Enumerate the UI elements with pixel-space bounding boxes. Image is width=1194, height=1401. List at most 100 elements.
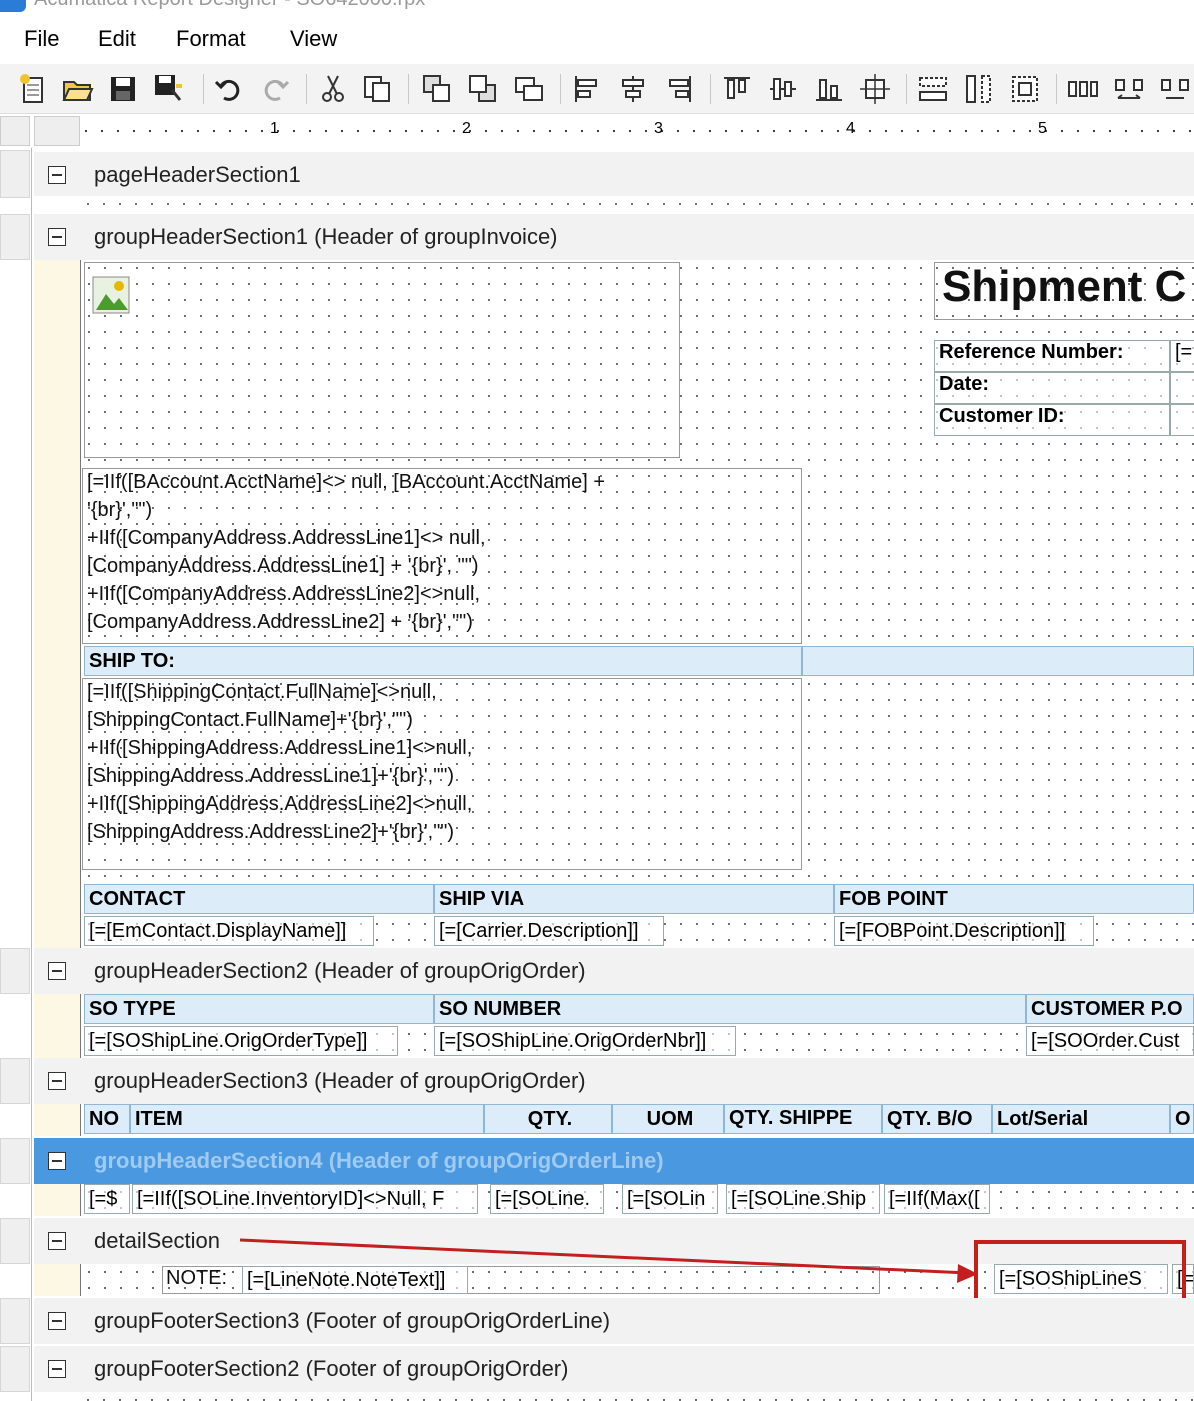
section-group-header-1[interactable]: groupHeaderSection1 (Header of groupInvo… xyxy=(34,214,1194,260)
ship-to-address-line: [ShippingContact.FullName]+'{br}',"") xyxy=(87,709,413,731)
line-qty-field[interactable]: [=[SOLine. xyxy=(490,1184,604,1214)
align-right-icon[interactable] xyxy=(662,72,696,106)
column-qty-shipped[interactable]: QTY. SHIPPE xyxy=(724,1104,882,1134)
undo-icon[interactable] xyxy=(212,72,246,106)
gutter-cell xyxy=(0,1298,30,1344)
menu-format[interactable]: Format xyxy=(176,26,246,52)
so-number-label[interactable]: SO NUMBER xyxy=(434,994,1026,1024)
section-label: groupFooterSection2 (Footer of groupOrig… xyxy=(94,1356,569,1381)
collapse-icon[interactable] xyxy=(48,228,66,246)
ruler-ticks xyxy=(80,114,1194,148)
customer-po-field[interactable]: [=[SOOrder.Cust xyxy=(1026,1026,1194,1056)
column-uom[interactable]: UOM xyxy=(612,1104,724,1134)
ship-via-label[interactable]: SHIP VIA xyxy=(434,884,834,914)
collapse-icon[interactable] xyxy=(48,1152,66,1170)
section-margin xyxy=(34,260,80,948)
send-to-back-icon[interactable] xyxy=(466,72,500,106)
increase-spacing-icon[interactable] xyxy=(1112,72,1146,106)
menu-view[interactable]: View xyxy=(290,26,337,52)
collapse-icon[interactable] xyxy=(48,1312,66,1330)
reference-number-field[interactable]: [= xyxy=(1170,340,1194,372)
reference-number-label[interactable]: Reference Number: xyxy=(934,340,1170,372)
column-item[interactable]: ITEM xyxy=(130,1104,484,1134)
gutter-cell xyxy=(0,1138,30,1184)
customer-id-label[interactable]: Customer ID: xyxy=(934,404,1170,436)
section-page-header[interactable]: pageHeaderSection1 xyxy=(34,152,1194,196)
page-header-body[interactable] xyxy=(80,196,1194,214)
fob-point-field[interactable]: [=[FOBPoint.Description]] xyxy=(834,916,1094,946)
toolbar-separator xyxy=(1056,74,1057,104)
collapse-icon[interactable] xyxy=(48,166,66,184)
company-address-field[interactable]: [=IIf([BAccount.AcctName]<> null, [BAcco… xyxy=(82,468,802,644)
save-all-icon[interactable] xyxy=(152,72,186,106)
align-middle-icon[interactable] xyxy=(766,72,800,106)
ship-to-address-field[interactable]: [=IIf([ShippingContact.FullName]<>null, … xyxy=(82,678,802,870)
so-type-label[interactable]: SO TYPE xyxy=(84,994,434,1024)
ship-to-bar-extension[interactable] xyxy=(802,646,1194,676)
align-top-icon[interactable] xyxy=(720,72,754,106)
section-label: pageHeaderSection1 xyxy=(94,162,301,187)
section-group-header-4[interactable]: groupHeaderSection4 (Header of groupOrig… xyxy=(34,1138,1194,1184)
contact-field[interactable]: [=[EmContact.DisplayName]] xyxy=(84,916,374,946)
group-footer-2-body[interactable] xyxy=(80,1392,1194,1401)
toolbar xyxy=(0,64,1194,114)
collapse-icon[interactable] xyxy=(48,962,66,980)
decrease-spacing-icon[interactable] xyxy=(1158,72,1192,106)
same-size-icon[interactable] xyxy=(1008,72,1042,106)
section-group-header-3[interactable]: groupHeaderSection3 (Header of groupOrig… xyxy=(34,1058,1194,1104)
so-number-field[interactable]: [=[SOShipLine.OrigOrderNbr]] xyxy=(434,1026,736,1056)
column-no[interactable]: NO xyxy=(84,1104,130,1134)
menu-edit[interactable]: Edit xyxy=(98,26,136,52)
line-uom-field[interactable]: [=[SOLin xyxy=(622,1184,718,1214)
column-qty[interactable]: QTY. xyxy=(484,1104,612,1134)
section-detail[interactable]: detailSection xyxy=(34,1218,1194,1264)
section-label: groupHeaderSection4 (Header of groupOrig… xyxy=(94,1148,664,1173)
line-number-field[interactable]: [=$ xyxy=(84,1184,130,1214)
contact-label[interactable]: CONTACT xyxy=(84,884,434,914)
ship-to-label[interactable]: SHIP TO: xyxy=(84,646,802,676)
column-truncated[interactable]: O xyxy=(1170,1104,1194,1134)
column-qty-bo[interactable]: QTY. B/O xyxy=(882,1104,992,1134)
align-center-icon[interactable] xyxy=(616,72,650,106)
open-folder-icon[interactable] xyxy=(60,72,94,106)
date-field[interactable] xyxy=(1170,372,1194,404)
logo-image-field[interactable] xyxy=(84,262,680,458)
column-lot-serial[interactable]: Lot/Serial xyxy=(992,1104,1170,1134)
fob-point-label[interactable]: FOB POINT xyxy=(834,884,1194,914)
copy-icon[interactable] xyxy=(360,72,394,106)
next-field[interactable]: [= xyxy=(1172,1264,1194,1294)
new-report-icon[interactable] xyxy=(16,72,50,106)
align-left-icon[interactable] xyxy=(570,72,604,106)
same-height-icon[interactable] xyxy=(962,72,996,106)
image-icon xyxy=(92,276,130,314)
line-qty-bo-field[interactable]: [=IIf(Max([ xyxy=(884,1184,990,1214)
bring-to-front-icon[interactable] xyxy=(420,72,454,106)
save-icon[interactable] xyxy=(106,72,140,106)
same-width-icon[interactable] xyxy=(916,72,950,106)
group-icon[interactable] xyxy=(512,72,546,106)
center-in-section-icon[interactable] xyxy=(858,72,892,106)
section-group-footer-2[interactable]: groupFooterSection2 (Footer of groupOrig… xyxy=(34,1346,1194,1392)
line-qty-shipped-field[interactable]: [=[SOLine.Ship xyxy=(726,1184,880,1214)
date-label[interactable]: Date: xyxy=(934,372,1170,404)
collapse-icon[interactable] xyxy=(48,1360,66,1378)
line-item-field[interactable]: [=IIf([SOLine.InventoryID]<>Null, F xyxy=(132,1184,478,1214)
company-address-line: [CompanyAddress.AddressLine1] + '{br}', … xyxy=(87,555,479,577)
horizontal-spacing-icon[interactable] xyxy=(1066,72,1100,106)
section-group-footer-3[interactable]: groupFooterSection3 (Footer of groupOrig… xyxy=(34,1298,1194,1344)
collapse-icon[interactable] xyxy=(48,1072,66,1090)
align-bottom-icon[interactable] xyxy=(812,72,846,106)
collapse-icon[interactable] xyxy=(48,1232,66,1250)
cut-icon[interactable] xyxy=(316,72,350,106)
ship-line-field[interactable]: [=[SOShipLineS xyxy=(994,1264,1168,1294)
customer-po-label[interactable]: CUSTOMER P.O xyxy=(1026,994,1194,1024)
ship-via-field[interactable]: [=[Carrier.Description]] xyxy=(434,916,664,946)
redo-icon[interactable] xyxy=(258,72,292,106)
customer-id-field[interactable] xyxy=(1170,404,1194,436)
note-text-field[interactable]: [=[LineNote.NoteText]] xyxy=(242,1266,468,1294)
ruler-mark-3: 3 xyxy=(654,120,663,137)
menu-file[interactable]: File xyxy=(24,26,59,52)
so-type-field[interactable]: [=[SOShipLine.OrigOrderType]] xyxy=(84,1026,398,1056)
section-group-header-2[interactable]: groupHeaderSection2 (Header of groupOrig… xyxy=(34,948,1194,994)
gutter-cell xyxy=(0,150,30,198)
